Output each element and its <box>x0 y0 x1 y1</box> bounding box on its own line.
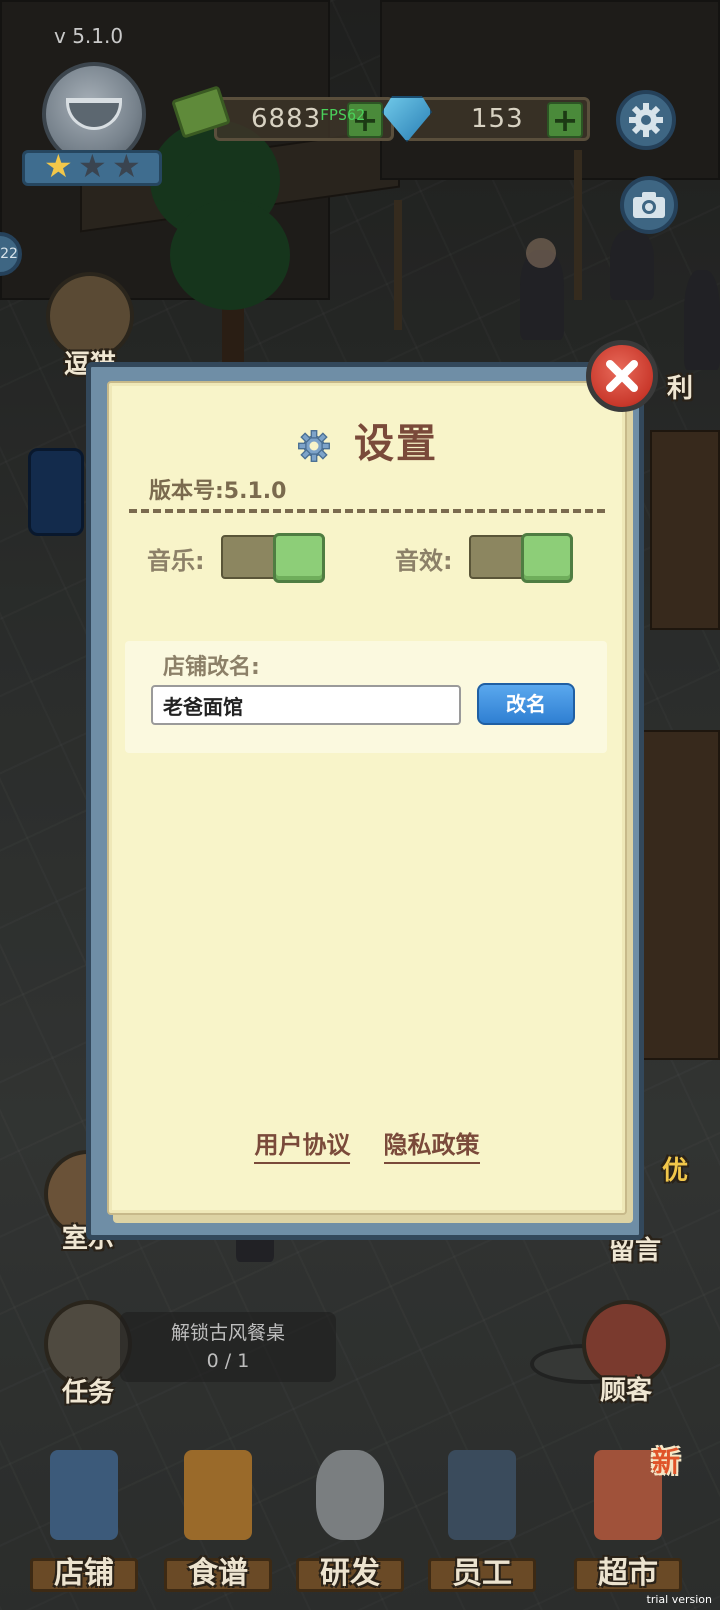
money-value: 6883 <box>251 104 322 134</box>
music-toggle-knob <box>273 533 325 583</box>
privacy-policy-link[interactable]: 隐私政策 <box>383 1125 480 1164</box>
task-progress-panel[interactable]: 解锁古风餐桌 0 / 1 <box>120 1312 336 1382</box>
close-button[interactable] <box>586 340 658 412</box>
star-filled-icon: ★ <box>44 147 73 185</box>
cooking-pot-icon <box>316 1450 384 1540</box>
user-agreement-link[interactable]: 用户协议 <box>254 1125 351 1164</box>
settings-title: 设置 <box>109 411 625 469</box>
gem-value: 153 <box>471 104 524 134</box>
sfx-label: 音效: <box>395 547 453 575</box>
settings-paper: 设置 版本号:5.1.0 音乐: 音效: 店铺改名: 改名 用户协议 隐私政策 <box>107 381 627 1215</box>
music-label: 音乐: <box>147 547 205 575</box>
star-empty-icon: ★ <box>112 147 141 185</box>
shop-icon <box>50 1450 118 1540</box>
new-badge: 新 <box>651 1445 680 1478</box>
settings-gear-icon <box>629 103 663 137</box>
side-level-value: 22 <box>0 246 18 262</box>
task-title: 解锁古风餐桌 <box>170 1322 285 1344</box>
nav-market[interactable]: 超市 新 <box>568 1440 688 1610</box>
camera-icon <box>633 192 665 218</box>
task-progress: 0 / 1 <box>206 1350 250 1372</box>
sfx-toggle[interactable] <box>469 533 573 583</box>
nav-research-label: 研发 <box>320 1556 380 1591</box>
plus-icon: + <box>551 101 579 139</box>
customer-label: 顾客 <box>599 1376 652 1406</box>
music-toggle[interactable] <box>221 533 325 583</box>
settings-dialog: 设置 版本号:5.1.0 音乐: 音效: 店铺改名: 改名 用户协议 隐私政策 <box>86 362 644 1240</box>
nav-market-label: 超市 <box>598 1556 658 1591</box>
bottom-nav: 店铺 食谱 研发 员工 超市 新 <box>0 1440 720 1610</box>
sfx-toggle-knob <box>521 533 573 583</box>
rename-button[interactable]: 改名 <box>477 683 575 725</box>
gem-counter: 153 + <box>404 97 590 141</box>
shop-name-input[interactable] <box>151 685 461 725</box>
dashed-divider <box>129 509 605 513</box>
money-counter: 6883 + <box>214 97 394 141</box>
recipe-book-icon <box>184 1450 252 1540</box>
gear-icon <box>298 430 331 462</box>
star-empty-icon: ★ <box>78 147 107 185</box>
add-gems-button[interactable]: + <box>547 102 583 138</box>
nav-staff-label: 员工 <box>452 1556 512 1591</box>
rename-label: 店铺改名: <box>163 655 260 680</box>
pet-cat-button[interactable]: 逗猫 <box>42 272 138 380</box>
nav-shop[interactable]: 店铺 <box>24 1440 144 1610</box>
customer-button[interactable]: 顾客 <box>576 1300 676 1406</box>
trial-watermark: trial version <box>646 1593 712 1606</box>
version-label: 版本号:5.1.0 <box>149 479 287 504</box>
nav-recipes-label: 食谱 <box>188 1556 248 1591</box>
legal-links: 用户协议 隐私政策 <box>109 1125 625 1164</box>
rename-section: 店铺改名: 改名 <box>125 641 607 753</box>
nav-shop-label: 店铺 <box>54 1556 114 1591</box>
nav-recipes[interactable]: 食谱 <box>158 1440 278 1610</box>
restaurant-rank-badge[interactable]: ★ ★ ★ <box>22 62 162 192</box>
settings-button[interactable] <box>616 90 676 150</box>
close-icon <box>606 360 638 392</box>
nav-staff[interactable]: 员工 <box>422 1440 542 1610</box>
fps-counter: FPS62 <box>320 106 366 124</box>
camera-button[interactable] <box>620 176 678 234</box>
staff-icon <box>448 1450 516 1540</box>
version-text: v 5.1.0 <box>54 24 124 48</box>
settings-title-text: 设置 <box>353 421 438 467</box>
nav-research[interactable]: 研发 <box>290 1440 410 1610</box>
